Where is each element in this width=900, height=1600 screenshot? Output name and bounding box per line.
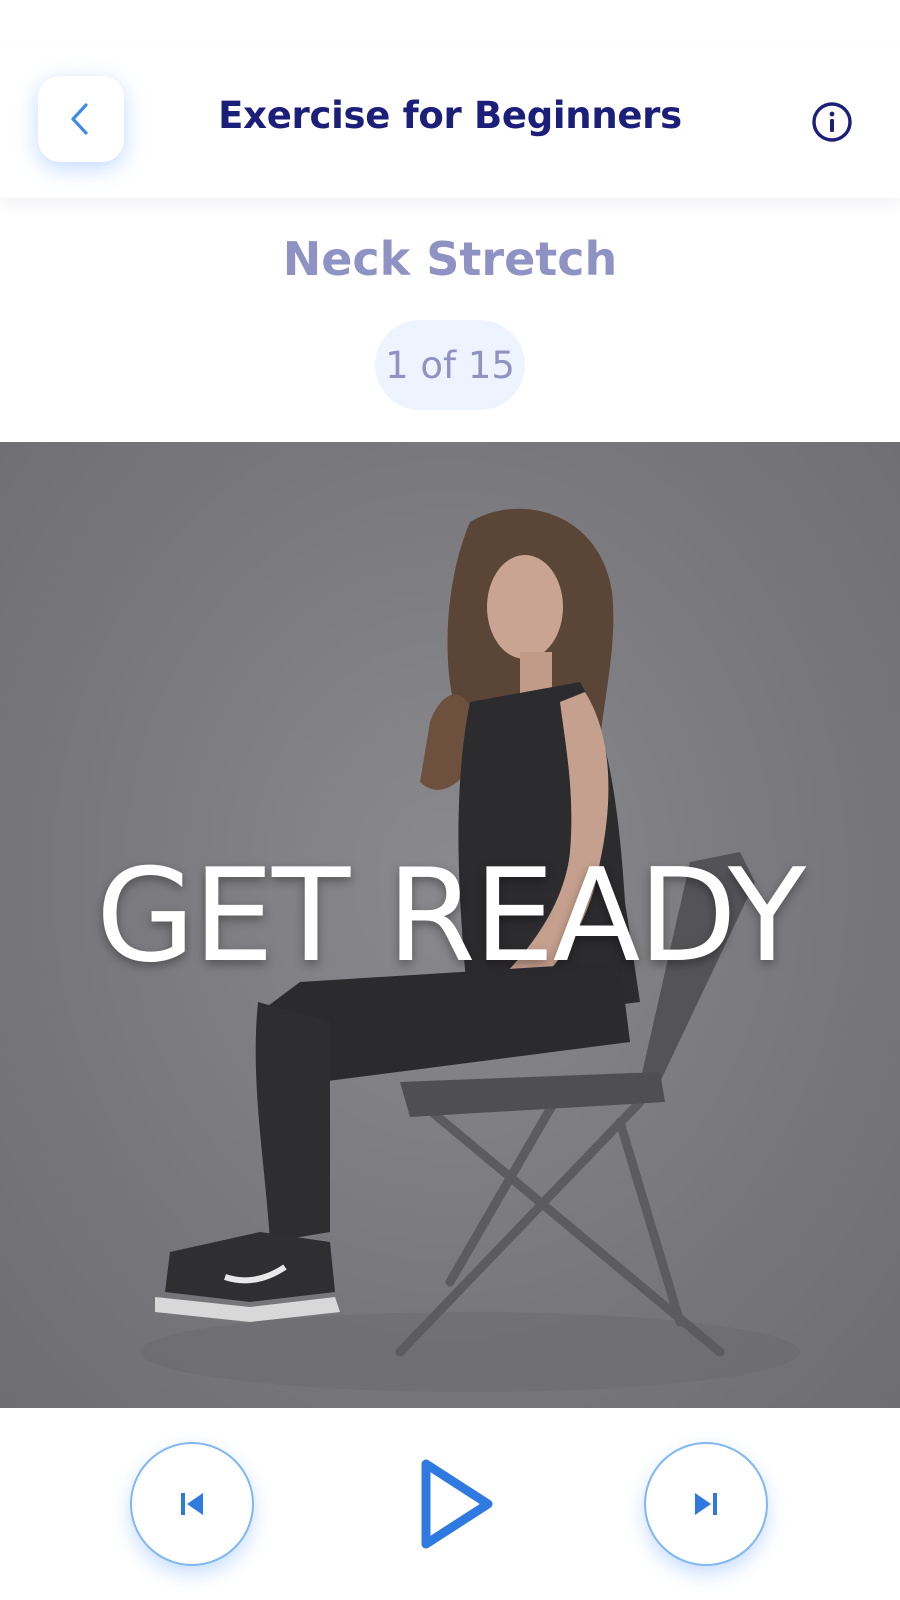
play-button[interactable] xyxy=(408,1456,504,1552)
back-button[interactable] xyxy=(38,76,124,162)
exercise-video[interactable]: GET READY xyxy=(0,442,900,1408)
exercise-name: Neck Stretch xyxy=(282,232,618,286)
page-title: Exercise for Beginners xyxy=(218,94,682,137)
get-ready-overlay: GET READY xyxy=(95,842,806,991)
status-bar xyxy=(0,0,900,44)
skip-next-icon xyxy=(695,1493,717,1515)
previous-exercise-button[interactable] xyxy=(130,1442,254,1566)
info-button[interactable] xyxy=(810,100,854,144)
exercise-counter-badge: 1 of 15 xyxy=(375,320,525,410)
chevron-left-icon xyxy=(71,103,88,135)
top-app-bar: Exercise for Beginners xyxy=(0,46,900,198)
play-icon xyxy=(421,1459,493,1549)
exercise-counter-text: 1 of 15 xyxy=(385,343,515,387)
skip-previous-icon xyxy=(181,1493,203,1515)
playback-controls xyxy=(0,1408,900,1600)
next-exercise-button[interactable] xyxy=(644,1442,768,1566)
info-circle-icon xyxy=(812,102,852,142)
